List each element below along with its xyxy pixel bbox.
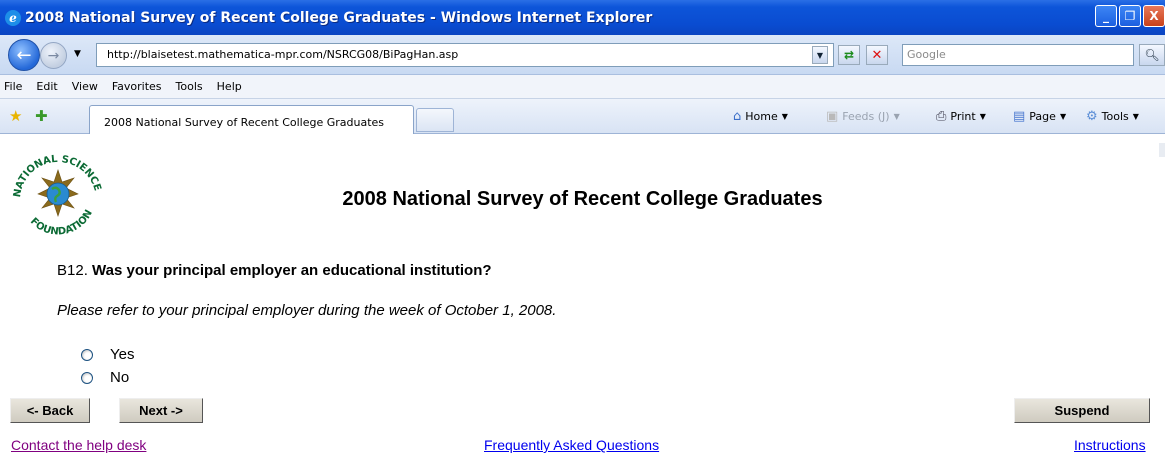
feeds-label: Feeds (J) (842, 110, 890, 123)
stop-icon[interactable]: ✕ (866, 45, 888, 65)
tools-label: Tools (1101, 110, 1129, 123)
maximize-button[interactable]: ❐ (1119, 5, 1141, 27)
page-title: 2008 National Survey of Recent College G… (0, 188, 1165, 211)
back-arrow-icon[interactable]: ← (8, 39, 40, 71)
menu-file[interactable]: File (4, 79, 22, 94)
printer-icon: ⎙ (936, 109, 947, 124)
feeds-button[interactable]: ▣ Feeds (J) ▼ (826, 109, 900, 124)
next-button[interactable]: Next -> (119, 398, 203, 423)
question: B12. Was your principal employer an educ… (57, 262, 492, 279)
radio-no[interactable] (81, 371, 93, 384)
back-button[interactable]: <- Back (10, 398, 90, 423)
forward-arrow-icon[interactable]: → (40, 42, 67, 69)
tab-toolbar-row: ★ ✚ 2008 National Survey of Recent Colle… (0, 99, 1165, 134)
window-title: 2008 National Survey of Recent College G… (25, 9, 653, 26)
page-button[interactable]: ▤ Page ▼ (1013, 109, 1066, 124)
question-number: B12. (57, 262, 88, 279)
address-bar-row: ← → ▼ http://blaisetest.mathematica-mpr.… (0, 35, 1165, 75)
page-icon: ▤ (1013, 109, 1026, 124)
faq-link[interactable]: Frequently Asked Questions (484, 437, 659, 453)
option-no[interactable]: No (81, 369, 129, 386)
print-button[interactable]: ⎙ Print ▼ (936, 109, 986, 124)
page-label: Page (1029, 110, 1056, 123)
chevron-down-icon[interactable]: ▼ (782, 112, 788, 121)
print-label: Print (950, 110, 976, 123)
question-instruction: Please refer to your principal employer … (57, 302, 557, 319)
search-input[interactable]: Google (902, 44, 1134, 66)
ie-logo-icon: e (5, 9, 21, 26)
search-icon[interactable]: 🔍︎ (1139, 44, 1165, 66)
page-title-text: 2008 National Survey of Recent College G… (342, 188, 823, 210)
menu-view[interactable]: View (72, 79, 98, 94)
window-titlebar: e 2008 National Survey of Recent College… (0, 0, 1165, 35)
help-desk-link[interactable]: Contact the help desk (11, 437, 146, 453)
radio-yes[interactable] (81, 348, 93, 361)
instructions-link[interactable]: Instructions (1074, 437, 1146, 453)
suspend-button[interactable]: Suspend (1014, 398, 1150, 423)
feed-icon: ▣ (826, 109, 839, 124)
close-button[interactable]: X (1143, 5, 1165, 27)
home-label: Home (745, 110, 778, 123)
home-button[interactable]: ⌂ Home ▼ (733, 109, 788, 124)
new-tab-button[interactable] (416, 108, 454, 132)
add-favorite-icon[interactable]: ✚ (35, 107, 48, 125)
chevron-down-icon[interactable]: ▼ (894, 112, 900, 121)
chevron-down-icon[interactable]: ▼ (1133, 112, 1139, 121)
menu-help[interactable]: Help (217, 79, 242, 94)
chevron-down-icon[interactable]: ▼ (980, 112, 986, 121)
option-yes[interactable]: Yes (81, 346, 134, 363)
question-text: Was your principal employer an education… (92, 262, 492, 279)
refresh-icon[interactable]: ⇄ (838, 45, 860, 65)
home-icon: ⌂ (733, 109, 742, 124)
logo-text-bottom: FOUNDATION (28, 208, 95, 238)
menu-bar: File Edit View Favorites Tools Help (0, 75, 1165, 99)
address-input[interactable]: http://blaisetest.mathematica-mpr.com/NS… (96, 43, 834, 67)
tab-active[interactable]: 2008 National Survey of Recent College G… (89, 105, 414, 134)
chevron-down-icon[interactable]: ▼ (1060, 112, 1066, 121)
scrollbar[interactable] (1159, 143, 1165, 157)
menu-favorites[interactable]: Favorites (112, 79, 162, 94)
tools-button[interactable]: ⚙ Tools ▼ (1086, 109, 1139, 124)
menu-edit[interactable]: Edit (36, 79, 57, 94)
star-icon[interactable]: ★ (9, 107, 22, 125)
window-controls: _ ❐ X (1095, 5, 1165, 27)
option-yes-label: Yes (110, 346, 135, 363)
gear-icon: ⚙ (1086, 109, 1098, 124)
recent-pages-dropdown[interactable]: ▼ (74, 49, 81, 59)
option-no-label: No (110, 369, 130, 386)
chevron-down-icon[interactable]: ▼ (812, 46, 828, 64)
menu-tools[interactable]: Tools (176, 79, 203, 94)
minimize-button[interactable]: _ (1095, 5, 1117, 27)
